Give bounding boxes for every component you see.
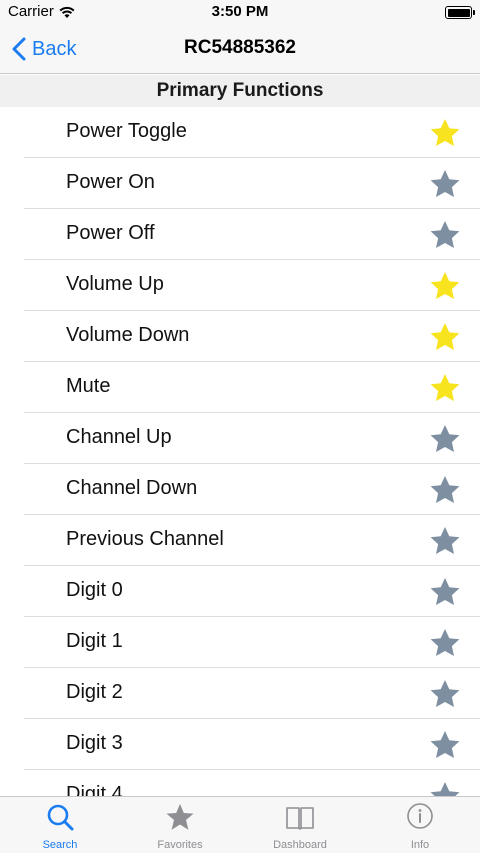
- function-label: Digit 3: [66, 732, 123, 754]
- list-item[interactable]: Power Toggle: [0, 107, 480, 158]
- star-icon[interactable]: [428, 423, 462, 455]
- list-item[interactable]: Power On: [0, 158, 480, 209]
- star-filled-icon[interactable]: [428, 270, 462, 302]
- tab-search[interactable]: Search: [0, 797, 120, 853]
- function-label: Digit 0: [66, 579, 123, 601]
- status-time: 3:50 PM: [211, 3, 269, 20]
- list-item[interactable]: Digit 2: [0, 668, 480, 719]
- list-item[interactable]: Mute: [0, 362, 480, 413]
- list-item[interactable]: Digit 3: [0, 719, 480, 770]
- list-item[interactable]: Digit 0: [0, 566, 480, 617]
- function-label: Volume Down: [66, 324, 190, 346]
- function-label: Channel Up: [66, 426, 172, 448]
- tab-label: Info: [410, 839, 430, 851]
- star-icon[interactable]: [428, 780, 462, 796]
- tab-label: Favorites: [157, 839, 203, 851]
- star-icon[interactable]: [428, 474, 462, 506]
- function-label: Power Toggle: [66, 120, 187, 142]
- list-item[interactable]: Channel Down: [0, 464, 480, 515]
- list-item[interactable]: Volume Down: [0, 311, 480, 362]
- navigation-bar: Back RC54885362: [0, 24, 480, 74]
- function-label: Digit 4: [66, 783, 123, 796]
- star-icon[interactable]: [428, 168, 462, 200]
- star-icon[interactable]: [428, 627, 462, 659]
- function-label: Previous Channel: [66, 528, 224, 550]
- star-icon[interactable]: [428, 219, 462, 251]
- list-item[interactable]: Previous Channel: [0, 515, 480, 566]
- tab-bar: Search Favorites Dashboard Info: [0, 796, 480, 853]
- tab-label: Search: [42, 839, 78, 851]
- tab-info[interactable]: Info: [360, 797, 480, 853]
- function-label: Power Off: [66, 222, 155, 244]
- star-icon[interactable]: [428, 678, 462, 710]
- search-icon: [47, 804, 74, 831]
- star-filled-icon[interactable]: [428, 321, 462, 353]
- star-icon: [166, 804, 194, 830]
- tab-dashboard[interactable]: Dashboard: [240, 797, 360, 853]
- function-label: Power On: [66, 171, 155, 193]
- function-label: Volume Up: [66, 273, 164, 295]
- list-item[interactable]: Digit 1: [0, 617, 480, 668]
- function-list[interactable]: Power Toggle Power On Power Off Volume Up Vo…: [0, 107, 480, 796]
- info-icon: [407, 803, 433, 829]
- tab-label: Dashboard: [273, 839, 327, 851]
- star-filled-icon[interactable]: [428, 117, 462, 149]
- page-title: RC54885362: [184, 37, 296, 58]
- function-label: Mute: [66, 375, 111, 397]
- function-label: Digit 2: [66, 681, 123, 703]
- star-icon[interactable]: [428, 525, 462, 557]
- star-icon[interactable]: [428, 729, 462, 761]
- section-header: Primary Functions: [0, 75, 480, 107]
- list-item[interactable]: Volume Up: [0, 260, 480, 311]
- battery-icon: [445, 6, 475, 19]
- list-item[interactable]: Digit 4: [0, 770, 480, 796]
- list-item[interactable]: Power Off: [0, 209, 480, 260]
- star-filled-icon[interactable]: [428, 372, 462, 404]
- function-label: Digit 1: [66, 630, 123, 652]
- tab-favorites[interactable]: Favorites: [120, 797, 240, 853]
- star-icon[interactable]: [428, 576, 462, 608]
- book-icon: [286, 807, 314, 830]
- list-item[interactable]: Channel Up: [0, 413, 480, 464]
- function-label: Channel Down: [66, 477, 198, 499]
- status-bar: Carrier 3:50 PM: [0, 0, 480, 24]
